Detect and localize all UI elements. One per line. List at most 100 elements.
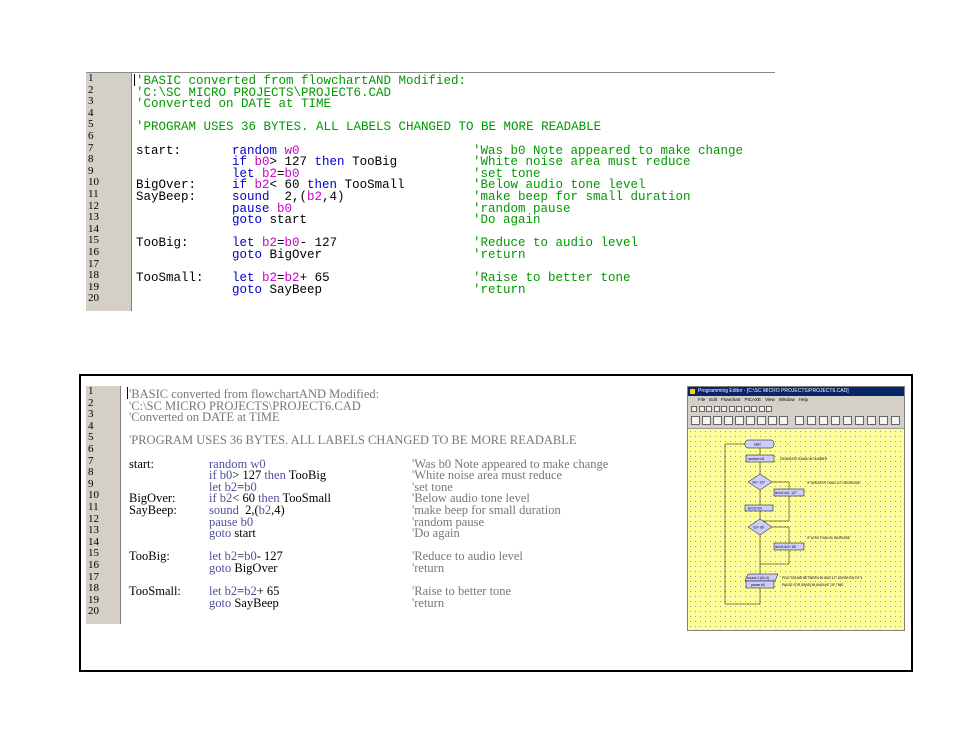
- fc-set-label: let b2=b0: [748, 507, 762, 511]
- code-token: start: [269, 213, 308, 228]
- toolbar-button-icon[interactable]: [736, 406, 742, 412]
- menu-item[interactable]: PICAXE: [745, 397, 762, 402]
- flowchart-canvas[interactable]: start random b0 GENERATE RANDOM NUMBER b…: [688, 429, 904, 630]
- code-label: SayBeep:: [129, 503, 177, 517]
- menu-item[interactable]: Help: [799, 397, 808, 402]
- flowchart-tool-icon[interactable]: [819, 416, 828, 425]
- code-editor-colored[interactable]: 1 2 3 4 5 6 7 8 9 10 11 12 13 14 15 16 17 18 19 20 'BASIC c…: [86, 72, 775, 311]
- line-number: 1: [88, 72, 94, 84]
- flowchart-tool-icon[interactable]: [713, 416, 722, 425]
- flowchart-tool-icon[interactable]: [891, 416, 900, 425]
- menu-item[interactable]: File: [698, 397, 705, 402]
- line-number-gutter: 1 2 3 4 5 6 7 8 9 10 11 12 13 14 15 16 17 18 19 20: [86, 386, 121, 624]
- code-statement: goto start: [209, 526, 256, 541]
- code-comment: 'Do again: [473, 213, 541, 228]
- toolbar-button-icon[interactable]: [691, 406, 697, 412]
- toolbar-button-icon[interactable]: [766, 406, 772, 412]
- menu-item[interactable]: Window: [779, 397, 795, 402]
- code-label: TooSmall:: [136, 271, 204, 286]
- code-comment: 'Do again: [412, 526, 460, 541]
- code-statement: goto SayBeep: [232, 283, 322, 297]
- fc-decision2-note: IF LESS THAN 60 INCREASE: [807, 536, 850, 540]
- code-comment: 'return: [412, 595, 445, 610]
- menu-item[interactable]: Edit: [709, 397, 717, 402]
- toolbar-button-icon[interactable]: [728, 406, 735, 412]
- window-title-bar: Programming Editor - [C:\SC MICRO PROJEC…: [688, 387, 904, 396]
- flowchart-tool-icon[interactable]: [768, 416, 777, 425]
- code-token: goto: [209, 561, 235, 575]
- flowchart-tool-icon[interactable]: [724, 416, 733, 425]
- code-editor-printed[interactable]: 1 2 3 4 5 6 7 8 9 10 11 12 13 14 15 16 17 18 19 20 'BASIC c…: [86, 386, 665, 624]
- code-label: start:: [129, 456, 154, 471]
- flowchart-tool-icon[interactable]: [879, 416, 888, 425]
- toolbar-button-icon[interactable]: [751, 406, 757, 412]
- code-token: start: [234, 526, 256, 541]
- code-area[interactable]: 'BASIC converted from flowchartAND Modif…: [121, 386, 665, 624]
- flowchart-tool-icon[interactable]: [702, 416, 711, 425]
- fc-sound-note: PLAY SOUND BETWEEN 60 AND 127 DURATION O…: [782, 576, 862, 580]
- line-number: 20: [88, 605, 99, 618]
- toolbar-button-icon[interactable]: [743, 406, 750, 412]
- toolbar-flowchart: [688, 414, 904, 429]
- code-token: goto: [232, 282, 270, 297]
- fc-random-note: GENERATE RANDOM NUMBER: [780, 457, 828, 461]
- flowchart-tool-icon[interactable]: [855, 416, 864, 425]
- menu-item[interactable]: View: [765, 397, 775, 402]
- flowchart-tool-icon[interactable]: [807, 416, 816, 425]
- menu-item[interactable]: Flowchart: [721, 397, 741, 402]
- toolbar-button-icon[interactable]: [698, 406, 705, 412]
- code-token: ,4): [271, 503, 285, 517]
- flowchart-tool-icon[interactable]: [757, 416, 766, 425]
- code-token: then: [314, 155, 353, 170]
- text-cursor: [134, 74, 135, 86]
- code-token: TooSmall: [282, 491, 331, 506]
- toolbar-button-icon[interactable]: [758, 406, 765, 412]
- toolbar-button-icon[interactable]: [713, 406, 720, 412]
- flowchart-tool-icon[interactable]: [746, 416, 755, 425]
- code-comment: 'PROGRAM USES 36 BYTES. ALL LABELS CHANG…: [129, 433, 577, 448]
- flowchart-tool-icon[interactable]: [795, 416, 804, 425]
- code-comment: 'Converted on DATE at TIME: [129, 410, 280, 425]
- line-number: 11: [88, 501, 99, 513]
- toolbar-button-icon[interactable]: [721, 406, 727, 412]
- code-token: goto: [232, 248, 270, 262]
- code-token: goto: [232, 213, 270, 228]
- code-token: goto: [209, 595, 235, 610]
- code-label: TooSmall:: [129, 584, 181, 599]
- toolbar-button-icon[interactable]: [706, 406, 712, 412]
- flowchart-tool-icon[interactable]: [735, 416, 744, 425]
- line-number: 16: [88, 559, 99, 571]
- flowchart-tool-icon[interactable]: [867, 416, 876, 425]
- code-token: TooSmall: [344, 178, 405, 193]
- code-statement: goto BigOver: [209, 561, 277, 576]
- fc-sound-label: sound 2,(b2,4): [747, 576, 769, 580]
- text-cursor: [127, 387, 128, 399]
- code-token: TooBig: [288, 468, 327, 483]
- flowchart-tool-icon[interactable]: [843, 416, 852, 425]
- code-area[interactable]: 'BASIC converted from flowchartAND Modif…: [132, 73, 775, 311]
- line-number-gutter: 1 2 3 4 5 6 7 8 9 10 11 12 13 14 15 16 17 18 19 20: [86, 73, 132, 311]
- line-number: 20: [88, 292, 99, 305]
- line-number: 6: [88, 443, 94, 455]
- flowchart-tool-icon[interactable]: [831, 416, 840, 425]
- code-comment: 'return: [473, 248, 526, 262]
- programming-editor-window: Programming Editor - [C:\SC MICRO PROJEC…: [687, 386, 905, 631]
- app-icon: [690, 389, 695, 394]
- code-comment: 'return: [412, 561, 445, 575]
- code-comment: 'Converted on DATE at TIME: [136, 97, 332, 112]
- code-comment: 'return: [473, 282, 526, 297]
- code-label: TooBig:: [136, 236, 189, 251]
- fc-decision2-label: b2< 60: [754, 526, 765, 530]
- code-label: TooBig:: [129, 549, 170, 564]
- line-number: 11: [88, 188, 99, 200]
- line-number: 6: [88, 130, 94, 142]
- fc-decision1-note: IF GREATER THAN 127 DECREASE: [807, 481, 860, 485]
- code-token: goto: [209, 526, 235, 541]
- fc-start-label: start: [754, 443, 761, 447]
- flowchart-tool-icon[interactable]: [691, 416, 700, 425]
- code-label: start:: [136, 143, 182, 158]
- flowchart-tool-icon[interactable]: [779, 416, 788, 425]
- fc-pause-label: pause b0: [751, 583, 765, 587]
- window-title: Programming Editor - [C:\SC MICRO PROJEC…: [698, 388, 849, 394]
- code-token: ,4): [322, 190, 345, 204]
